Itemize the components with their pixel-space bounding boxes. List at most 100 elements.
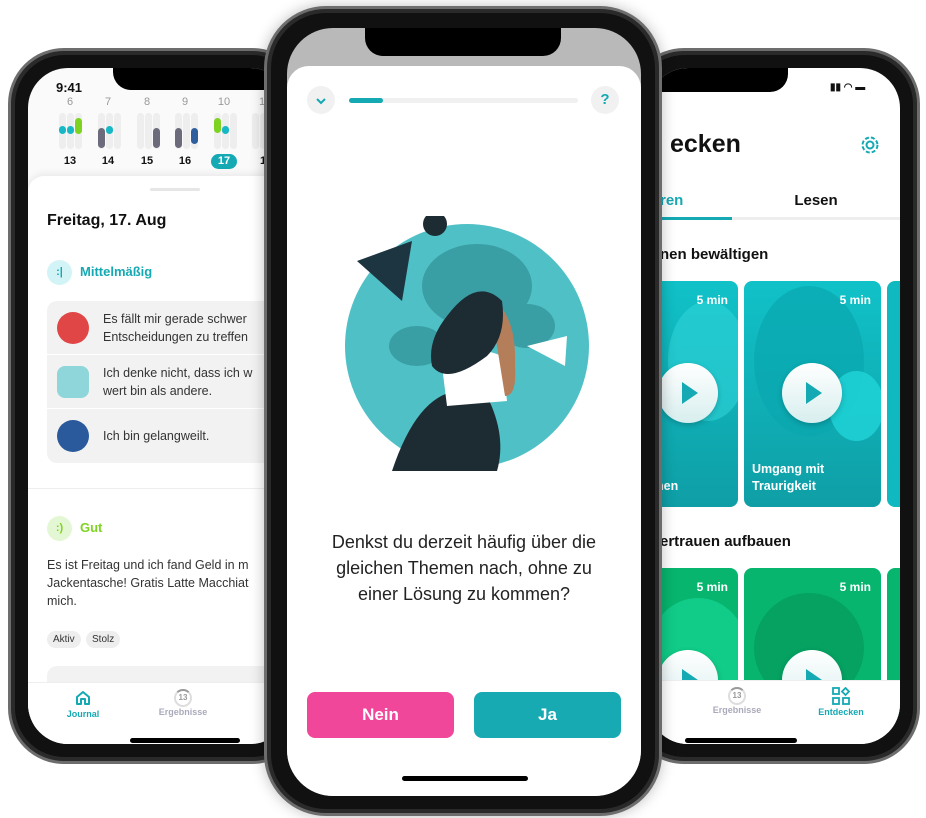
- duration-label: 5 min: [696, 580, 728, 594]
- list-item[interactable]: Ich denke nicht, dass ich w wert bin als …: [47, 355, 287, 409]
- left-phone-screen: 9:41 6 7 8 9 10 1 13 14 15 16 17 1 Freit…: [28, 68, 290, 744]
- question-text: Denkst du derzeit häufig über die gleich…: [287, 529, 641, 607]
- home-icon: [76, 691, 90, 705]
- tab-label: Entdecken: [818, 707, 864, 717]
- note-line: Jackentasche! Gratis Latte Macchiat: [47, 576, 249, 590]
- item-text: Ich bin gelangweilt.: [103, 429, 210, 443]
- meditation-card[interactable]: [887, 281, 900, 507]
- status-time: 9:41: [56, 80, 83, 95]
- note-line: mich.: [47, 594, 77, 608]
- date-15[interactable]: 15: [134, 154, 160, 169]
- mood-label-mittelmaessig: Mittelmäßig: [80, 264, 153, 279]
- no-button[interactable]: Nein: [307, 692, 454, 738]
- gear-icon[interactable]: [859, 134, 881, 156]
- question-line: einer Lösung zu kommen?: [357, 584, 571, 604]
- date-14[interactable]: 14: [95, 154, 121, 169]
- item-text: wert bin als andere.: [103, 383, 213, 398]
- date-13[interactable]: 13: [57, 154, 83, 169]
- day-label: 8: [143, 96, 151, 108]
- section-title: nen bewältigen: [660, 246, 769, 263]
- tag-chip[interactable]: Aktiv: [47, 631, 81, 648]
- progress-ring-icon: 13: [728, 687, 746, 705]
- day-sheet: Freitag, 17. Aug :| Mittelmäßig Es fällt…: [28, 176, 290, 706]
- help-icon: ?: [600, 91, 610, 108]
- note-line: Es ist Freitag und ich fand Geld in m: [47, 558, 249, 572]
- progress-fill: [349, 98, 384, 103]
- stressed-person-illustration: [57, 311, 89, 344]
- bored-person-illustration: [57, 420, 89, 452]
- card-title: Traurigkeit: [752, 479, 816, 493]
- tab-label: Journal: [66, 709, 100, 719]
- progress-bar: [349, 98, 578, 103]
- home-indicator: [685, 738, 797, 743]
- sheet-handle[interactable]: [150, 188, 200, 191]
- section-title: ertrauen aufbauen: [660, 533, 791, 550]
- notch: [648, 68, 788, 92]
- tab-label: ren: [660, 192, 684, 209]
- list-item[interactable]: Ich bin gelangweilt.: [47, 409, 287, 463]
- notch: [365, 28, 561, 56]
- badge: 13: [178, 693, 188, 702]
- tab-label: Ergebnisse: [712, 705, 762, 715]
- mood-dot: [222, 126, 229, 134]
- center-phone-screen: ? Denkst du derzeit häufig über die glei…: [287, 28, 641, 796]
- progress-ring-icon: 13: [174, 689, 192, 707]
- divider: [28, 488, 290, 489]
- feelings-card[interactable]: Es fällt mir gerade schwer Entscheidungen…: [47, 301, 287, 463]
- question-modal: ? Denkst du derzeit häufig über die glei…: [287, 66, 641, 796]
- home-indicator: [402, 776, 528, 781]
- item-text: Es fällt mir gerade schwer: [103, 311, 247, 326]
- play-button[interactable]: [658, 363, 718, 423]
- tab-journal[interactable]: Journal: [48, 689, 118, 719]
- play-button[interactable]: [782, 363, 842, 423]
- chevron-down-icon: [316, 98, 326, 105]
- home-indicator: [130, 738, 240, 743]
- tab-lesen[interactable]: Lesen: [732, 188, 900, 220]
- help-button[interactable]: ?: [591, 86, 619, 114]
- mood-dot: [75, 118, 82, 134]
- right-phone-screen: ▮▮ ◠ ▬ ecken ren Lesen nen bewältigen 5 …: [648, 68, 900, 744]
- neutral-face-icon: :|: [47, 260, 72, 285]
- item-text: Ich denke nicht, dass ich w: [103, 365, 253, 380]
- tab-bar: 13 Ergebnisse Entdecken: [648, 680, 900, 744]
- duration-label: 5 min: [696, 293, 728, 307]
- tab-label: Ergebnisse: [158, 707, 208, 717]
- question-line: Denkst du derzeit häufig über die: [331, 532, 597, 552]
- status-icons: ▮▮ ◠ ▬: [830, 82, 866, 93]
- badge: 13: [732, 691, 742, 700]
- yes-button[interactable]: Ja: [474, 692, 621, 738]
- mood-dot: [175, 128, 182, 148]
- date-16[interactable]: 16: [172, 154, 198, 169]
- card-title: Umgang mit: [752, 462, 825, 476]
- item-text: Entscheidungen zu treffen: [103, 329, 249, 344]
- tab-entdecken[interactable]: Entdecken: [806, 686, 876, 717]
- duration-label: 5 min: [839, 293, 871, 307]
- collapse-button[interactable]: [307, 86, 335, 114]
- day-label: 10: [217, 96, 231, 108]
- mood-dot: [98, 128, 105, 148]
- tag-chip[interactable]: Stolz: [86, 631, 121, 648]
- mood-dot: [59, 126, 66, 134]
- mood-dot: [214, 118, 221, 133]
- page-title: ecken: [670, 130, 741, 158]
- duration-label: 5 min: [839, 580, 871, 594]
- day-label: 9: [181, 96, 189, 108]
- tab-ergebnisse[interactable]: 13 Ergebnisse: [702, 687, 772, 715]
- day-title: Freitag, 17. Aug: [47, 212, 167, 229]
- list-item[interactable]: Es fällt mir gerade schwer Entscheidungen…: [47, 301, 287, 355]
- question-line: gleichen Themen nach, ohne zu: [336, 558, 592, 578]
- mood-dot: [191, 128, 198, 144]
- notch: [113, 68, 283, 90]
- people-illustration: [57, 365, 89, 398]
- mood-dot: [67, 126, 74, 134]
- tab-ergebnisse[interactable]: 13 Ergebnisse: [148, 689, 218, 717]
- tab-bar: Journal 13 Ergebnisse: [28, 682, 290, 744]
- meditation-card[interactable]: 5 min Umgang mit Traurigkeit: [744, 281, 881, 507]
- date-17-selected[interactable]: 17: [211, 154, 237, 169]
- journal-note: Es ist Freitag und ich fand Geld in m Ja…: [47, 556, 248, 610]
- overthinking-woman-illustration: [345, 216, 589, 471]
- smile-face-icon: :): [47, 516, 72, 541]
- day-label: 7: [104, 96, 112, 108]
- mood-label-gut: Gut: [80, 520, 103, 535]
- day-label: 6: [66, 96, 74, 108]
